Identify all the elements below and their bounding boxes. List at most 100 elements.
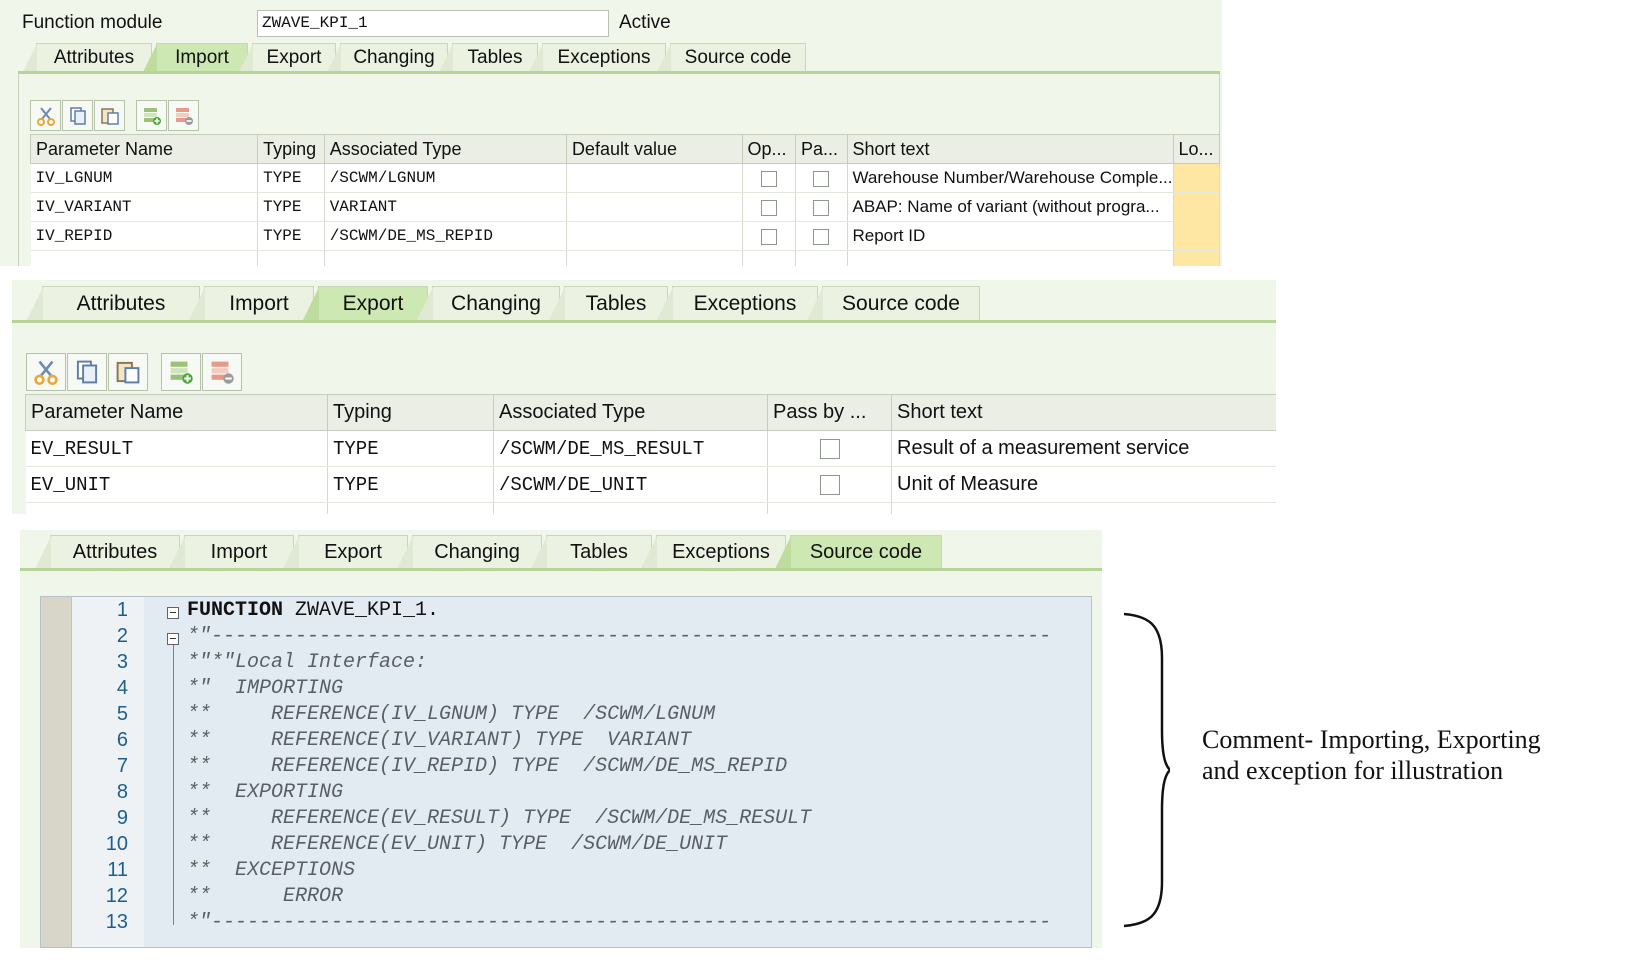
code-line[interactable]: ** REFERENCE(IV_REPID) TYPE /SCWM/DE_MS_… — [187, 755, 787, 778]
tab-import[interactable]: Import — [143, 43, 248, 72]
tab-changing[interactable]: Changing — [327, 43, 448, 72]
column-header[interactable]: Typing — [257, 134, 325, 164]
delete-row-button[interactable] — [202, 353, 242, 391]
tab-attributes[interactable]: Attributes — [23, 43, 152, 72]
column-header[interactable]: Lo... — [1172, 134, 1221, 164]
delete-row-button[interactable] — [168, 100, 199, 131]
annotation-line: Comment- Importing, Exporting — [1202, 725, 1541, 754]
short-text-cell[interactable]: Unit of Measure — [891, 466, 1276, 503]
code-line[interactable]: *"--------------------------------------… — [187, 625, 1051, 648]
code-line[interactable]: ** REFERENCE(EV_UNIT) TYPE /SCWM/DE_UNIT — [187, 833, 727, 856]
tab-export[interactable]: Export — [303, 286, 428, 320]
code-line[interactable]: ** EXCEPTIONS — [187, 859, 355, 882]
typing-cell[interactable]: TYPE — [257, 221, 325, 251]
tab-underline — [12, 320, 1276, 323]
column-header[interactable]: Short text — [891, 394, 1276, 431]
tab-tables[interactable]: Tables — [439, 43, 538, 72]
tab-changing[interactable]: Changing — [397, 535, 542, 569]
long-text-button[interactable] — [1172, 221, 1221, 251]
column-header[interactable]: Typing — [327, 394, 494, 431]
code-editor[interactable]: 1 FUNCTION ZWAVE_KPI_1. 2 *"------------… — [40, 596, 1092, 948]
column-header[interactable]: Associated Type — [323, 134, 567, 164]
column-header[interactable]: Associated Type — [493, 394, 768, 431]
optional-checkbox[interactable] — [760, 199, 777, 216]
parameter-name-cell[interactable]: IV_REPID — [30, 221, 259, 251]
long-text-button[interactable] — [1172, 163, 1221, 193]
code-line[interactable]: *" IMPORTING — [187, 677, 343, 700]
tab-export[interactable]: Export — [283, 535, 408, 569]
parameter-name-cell[interactable]: EV_RESULT — [25, 430, 328, 467]
tab-changing[interactable]: Changing — [417, 286, 560, 320]
long-text-button[interactable] — [1172, 250, 1221, 266]
column-header[interactable]: Pass by ... — [767, 394, 892, 431]
parameter-name-cell[interactable]: IV_VARIANT — [30, 192, 259, 222]
cut-button[interactable] — [30, 100, 61, 131]
default-value-cell[interactable] — [566, 192, 743, 222]
pass-value-checkbox[interactable] — [819, 438, 840, 459]
tab-source-code[interactable]: Source code — [657, 43, 806, 72]
code-line[interactable]: ** ERROR — [187, 885, 343, 908]
code-line[interactable]: *"--------------------------------------… — [187, 911, 1051, 934]
short-text-cell[interactable]: ABAP: Name of variant (without progra... — [847, 192, 1174, 222]
column-header[interactable]: Parameter Name — [29, 134, 259, 164]
parameter-name-cell[interactable]: EV_UNIT — [25, 466, 328, 503]
pass-value-checkbox[interactable] — [813, 199, 830, 216]
tab-import[interactable]: Import — [189, 286, 314, 320]
typing-cell[interactable]: TYPE — [257, 163, 325, 193]
typing-cell[interactable]: TYPE — [327, 430, 494, 467]
paste-button[interactable] — [108, 353, 148, 391]
copy-button[interactable] — [62, 100, 93, 131]
collapse-icon[interactable] — [167, 633, 179, 645]
collapse-icon[interactable] — [167, 607, 179, 619]
typing-cell[interactable]: TYPE — [257, 192, 325, 222]
column-header[interactable]: Short text — [846, 134, 1174, 164]
code-line[interactable]: ** EXPORTING — [187, 781, 343, 804]
tab-source-code[interactable]: Source code — [807, 286, 980, 320]
short-text-cell[interactable]: Warehouse Number/Warehouse Comple... — [847, 163, 1174, 193]
tab-tables[interactable]: Tables — [549, 286, 668, 320]
tab-exceptions[interactable]: Exceptions — [529, 43, 666, 72]
short-text-cell[interactable]: Report ID — [847, 221, 1174, 251]
code-line[interactable]: FUNCTION ZWAVE_KPI_1. — [187, 599, 439, 622]
pass-value-checkbox[interactable] — [819, 474, 840, 495]
associated-type-cell[interactable]: /SCWM/DE_MS_RESULT — [493, 430, 768, 467]
short-text-cell[interactable]: Result of a measurement service — [891, 430, 1276, 467]
pass-value-checkbox[interactable] — [813, 170, 830, 187]
tab-import[interactable]: Import — [169, 535, 294, 569]
column-header[interactable]: Parameter Name — [25, 394, 328, 431]
paste-button[interactable] — [94, 100, 125, 131]
associated-type-cell[interactable]: /SCWM/DE_MS_REPID — [324, 221, 567, 251]
associated-type-cell[interactable]: /SCWM/LGNUM — [324, 163, 567, 193]
insert-row-button[interactable] — [136, 100, 167, 131]
tab-source-code[interactable]: Source code — [775, 535, 942, 569]
column-header[interactable]: Pa... — [795, 134, 848, 164]
copy-button[interactable] — [67, 353, 107, 391]
column-header[interactable]: Default value — [565, 134, 743, 164]
default-value-cell[interactable] — [566, 163, 743, 193]
long-text-button[interactable] — [1172, 192, 1221, 222]
optional-checkbox[interactable] — [760, 228, 777, 245]
code-line[interactable]: ** REFERENCE(IV_LGNUM) TYPE /SCWM/LGNUM — [187, 703, 715, 726]
associated-type-cell[interactable]: VARIANT — [324, 192, 567, 222]
column-header[interactable]: Op... — [741, 134, 797, 164]
typing-cell[interactable]: TYPE — [327, 466, 494, 503]
tab-attributes[interactable]: Attributes — [27, 286, 200, 320]
default-value-cell[interactable] — [566, 221, 743, 251]
code-line[interactable]: ** REFERENCE(IV_VARIANT) TYPE VARIANT — [187, 729, 691, 752]
optional-checkbox[interactable] — [760, 170, 777, 187]
source-code-tab-panel: Attributes Import Export Changing Tables… — [20, 530, 1102, 948]
insert-row-button[interactable] — [161, 353, 201, 391]
pass-value-checkbox[interactable] — [813, 228, 830, 245]
tab-export[interactable]: Export — [239, 43, 336, 72]
cut-icon — [36, 106, 55, 126]
function-module-field[interactable]: ZWAVE_KPI_1 — [257, 10, 609, 37]
parameter-name-cell[interactable]: IV_LGNUM — [30, 163, 259, 193]
tab-attributes[interactable]: Attributes — [35, 535, 180, 569]
tab-exceptions[interactable]: Exceptions — [641, 535, 786, 569]
tab-tables[interactable]: Tables — [531, 535, 652, 569]
code-line[interactable]: *"*"Local Interface: — [187, 651, 427, 674]
associated-type-cell[interactable]: /SCWM/DE_UNIT — [493, 466, 768, 503]
code-line[interactable]: ** REFERENCE(EV_RESULT) TYPE /SCWM/DE_MS… — [187, 807, 811, 830]
tab-exceptions[interactable]: Exceptions — [657, 286, 818, 320]
cut-button[interactable] — [26, 353, 66, 391]
